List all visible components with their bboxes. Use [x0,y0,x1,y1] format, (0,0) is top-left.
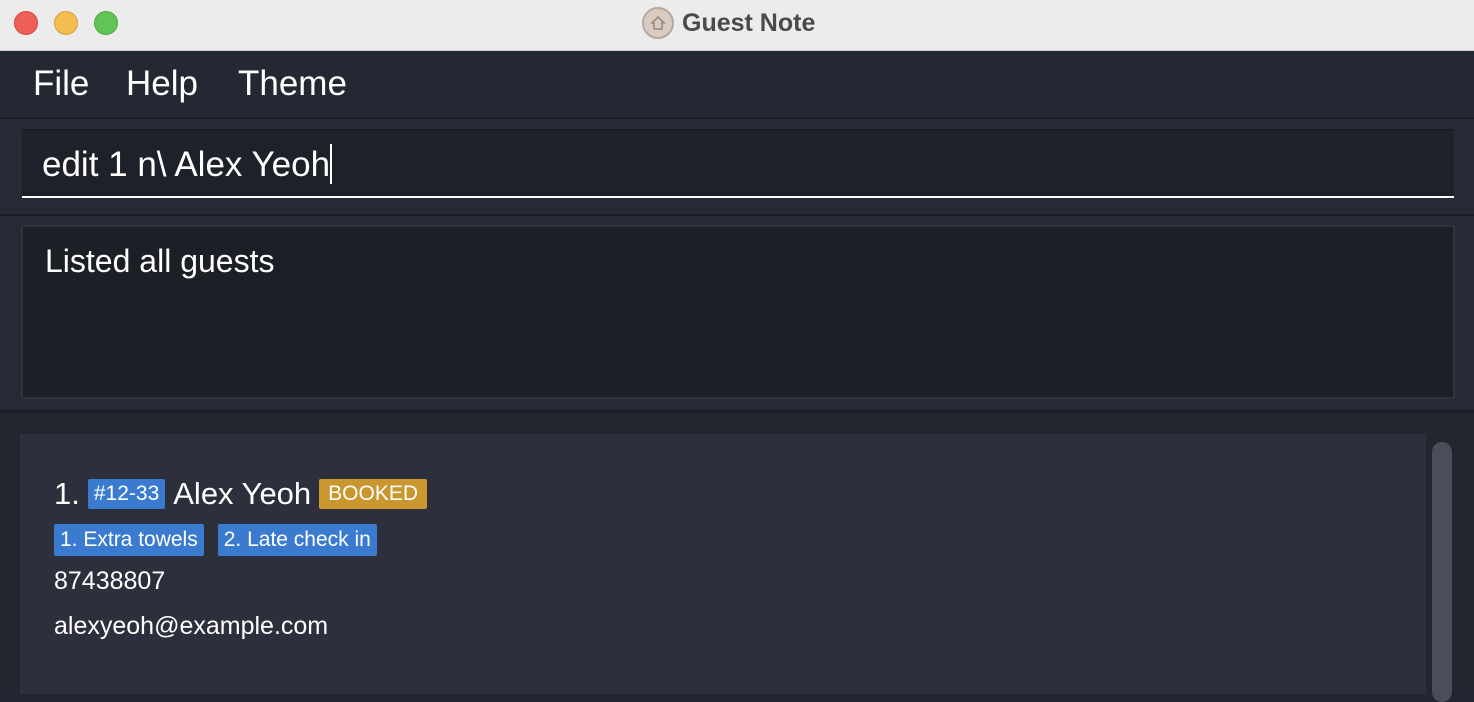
guest-name: Alex Yeoh [173,476,312,511]
text-caret [330,144,333,184]
menu-help[interactable]: Help [126,64,198,104]
list-scrollbar[interactable] [1432,442,1452,702]
command-input-value: edit 1 n\ Alex Yeoh [42,145,331,184]
menu-bar: File Help Theme [0,51,1474,119]
room-tag: #12-33 [87,479,166,509]
guest-phone: 87438807 [54,567,166,595]
result-message: Listed all guests [45,243,275,279]
request-tag: 1. Extra towels [54,524,204,556]
window-titlebar: Guest Note [0,0,1474,51]
result-area: Listed all guests [0,216,1474,413]
guest-list: 1. #12-33 Alex Yeoh BOOKED 1. Extra towe… [0,413,1474,702]
command-input[interactable]: edit 1 n\ Alex Yeoh [22,129,1454,198]
app-logo-icon [642,7,674,39]
window-title: Guest Note [682,9,816,37]
guest-email: alexyeoh@example.com [54,612,329,640]
maximize-window-button[interactable] [94,11,118,35]
menu-file[interactable]: File [33,64,89,104]
close-window-button[interactable] [14,11,38,35]
guest-index: 1. [54,476,80,511]
minimize-window-button[interactable] [54,11,78,35]
menu-theme[interactable]: Theme [238,64,347,104]
result-display[interactable]: Listed all guests [21,225,1455,399]
status-badge: BOOKED [319,479,428,509]
command-area: edit 1 n\ Alex Yeoh [0,119,1474,216]
guest-card[interactable]: 1. #12-33 Alex Yeoh BOOKED 1. Extra towe… [20,434,1426,694]
request-tag: 2. Late check in [217,524,377,556]
